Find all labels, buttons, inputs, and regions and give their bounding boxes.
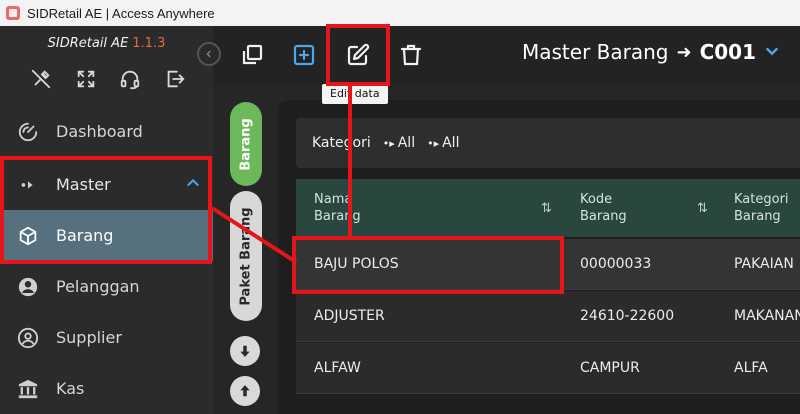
highlight-sidebar-barang [0, 156, 212, 264]
annotation-line [210, 206, 298, 264]
highlight-edit-button [326, 24, 390, 86]
highlight-row-baju-polos [292, 236, 564, 294]
